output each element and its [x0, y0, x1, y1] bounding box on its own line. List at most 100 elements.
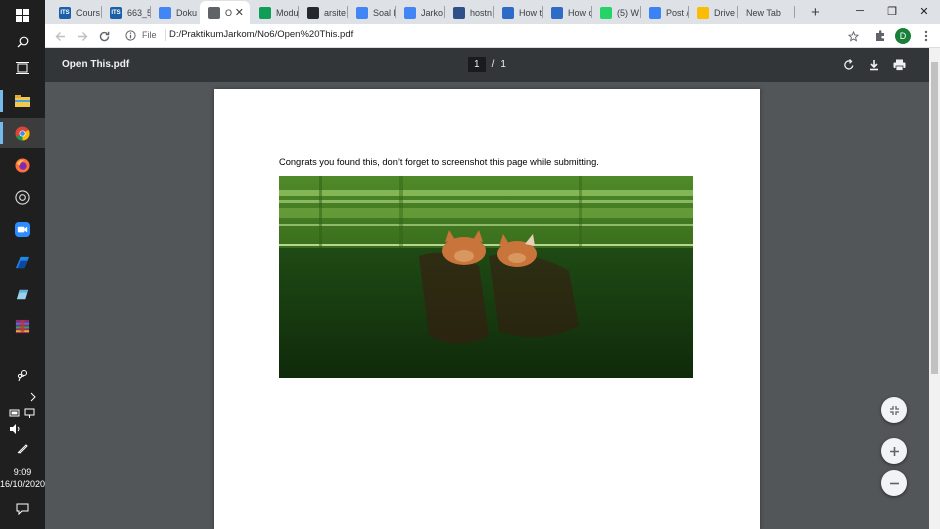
tab-favicon-icon: [259, 6, 271, 19]
tab-label: Post /: [666, 7, 688, 18]
printer-icon: [893, 59, 905, 71]
browser-tab[interactable]: arsite: [299, 1, 347, 24]
tab-label: arsite: [324, 7, 347, 18]
print-button[interactable]: [890, 56, 908, 74]
pdf-scrollbar-thumb[interactable]: [931, 62, 938, 374]
tab-label: New Tab: [746, 7, 781, 18]
star-icon: [847, 30, 859, 42]
tab-label: Soal F: [373, 7, 395, 18]
url-input[interactable]: D:/PraktikumJarkom/No6/Open%20This.pdf: [169, 29, 353, 40]
back-button[interactable]: [51, 27, 69, 45]
tab-favicon-icon: [356, 6, 368, 19]
url-scheme-label: File: [142, 30, 157, 40]
tab-favicon-icon: [600, 6, 612, 19]
tab-favicon-icon: [404, 6, 416, 19]
tab-favicon-icon: [551, 6, 563, 19]
tab-favicon-icon: ITS: [110, 6, 122, 19]
tab-favicon-icon: [649, 6, 661, 19]
pdf-toolbar: Open This.pdf 1 / 1: [45, 48, 929, 82]
fit-to-page-button[interactable]: [881, 397, 907, 423]
notes-icon[interactable]: [0, 279, 45, 309]
plus-icon: [889, 446, 899, 456]
zoom-in-button[interactable]: [881, 438, 907, 464]
browser-tab[interactable]: Doku: [151, 1, 199, 24]
forward-button[interactable]: [73, 27, 91, 45]
clock-date: 16/10/2020: [0, 479, 46, 489]
restore-button[interactable]: ❐: [877, 0, 907, 22]
pdf-document-title: Open This.pdf: [62, 59, 130, 70]
tab-label: Modu: [276, 7, 298, 18]
system-clock[interactable]: 9:09 16/10/2020: [0, 466, 45, 490]
browser-tab-strip: ITSCoursITS663_5DokuO✕ModuarsiteSoal FJa…: [45, 0, 940, 24]
pdf-scrollbar[interactable]: [929, 48, 940, 529]
browser-tab[interactable]: (5) W: [592, 1, 640, 24]
tab-label: Jarko: [421, 7, 444, 18]
browser-tab[interactable]: ITS 663_5: [102, 1, 150, 24]
fit-page-icon: [889, 405, 899, 415]
puzzle-icon: [876, 30, 884, 41]
reload-icon: [99, 31, 109, 41]
extensions-button[interactable]: [871, 27, 889, 45]
page-indicator: 1 / 1: [468, 57, 506, 72]
browser-tab[interactable]: hostn: [445, 1, 493, 24]
winrar-icon[interactable]: [0, 311, 45, 341]
pen-ink-icon[interactable]: [0, 433, 45, 463]
more-vertical-icon: [924, 30, 928, 42]
rotate-icon: [844, 59, 854, 70]
browser-tab[interactable]: How t: [494, 1, 542, 24]
file-explorer-icon[interactable]: [0, 86, 45, 116]
rotate-button[interactable]: [840, 56, 858, 74]
tab-separator: [794, 6, 795, 18]
tab-favicon-icon: [208, 6, 220, 19]
browser-toolbar: File D:/PraktikumJarkom/No6/Open%20This.…: [45, 24, 940, 48]
action-center-icon[interactable]: [0, 494, 45, 524]
arrow-left-icon: [55, 31, 65, 41]
new-tab-button[interactable]: +: [803, 1, 820, 24]
clock-time: 9:09: [13, 467, 32, 477]
page-total: 1: [500, 59, 506, 70]
chrome-menu-button[interactable]: [917, 27, 935, 45]
browser-tab[interactable]: O ✕: [200, 1, 250, 24]
browser-tab[interactable]: Jarko: [396, 1, 444, 24]
minus-icon: [889, 482, 899, 484]
tab-label: How c: [568, 7, 591, 18]
tab-label: (5) W: [617, 7, 639, 18]
tab-label: Drive: [714, 7, 736, 18]
reload-button[interactable]: [95, 27, 113, 45]
tab-favicon-icon: ITS: [59, 6, 71, 19]
minimize-button[interactable]: ─: [845, 0, 875, 22]
browser-tab[interactable]: New Tab: [738, 1, 794, 24]
browser-tab[interactable]: Post /: [641, 1, 688, 24]
profile-avatar[interactable]: D: [895, 28, 911, 44]
tab-label: hostn: [470, 7, 493, 18]
pdf-body-text: Congrats you found this, don’t forget to…: [279, 157, 599, 167]
firefox-icon[interactable]: [0, 150, 45, 180]
browser-tab[interactable]: ITS Cours: [51, 1, 101, 24]
tab-label: O: [225, 7, 233, 18]
tab-close-icon[interactable]: ✕: [235, 6, 244, 19]
close-window-button[interactable]: ✕: [909, 0, 939, 22]
browser-tab[interactable]: Soal F: [348, 1, 395, 24]
url-divider: [164, 29, 166, 41]
tab-favicon-icon: [159, 6, 171, 19]
task-view-icon[interactable]: [0, 53, 45, 83]
site-info-button[interactable]: File: [125, 29, 166, 41]
browser-tab[interactable]: How c: [543, 1, 591, 24]
page-number-input[interactable]: 1: [468, 57, 486, 72]
download-button[interactable]: [865, 56, 883, 74]
edge-icon[interactable]: [0, 247, 45, 277]
tab-label: Cours: [76, 7, 101, 18]
browser-tab[interactable]: Drive: [689, 1, 737, 24]
tab-favicon-icon: [502, 6, 514, 19]
camera-icon[interactable]: [0, 182, 45, 212]
bookmark-star-button[interactable]: [844, 27, 862, 45]
download-icon: [870, 60, 878, 71]
zoom-out-button[interactable]: [881, 470, 907, 496]
windows-taskbar: 9:09 16/10/2020: [0, 0, 45, 529]
tab-label: How t: [519, 7, 542, 18]
windows-start-icon[interactable]: [0, 0, 45, 30]
tab-favicon-icon: [307, 6, 319, 19]
browser-tab[interactable]: Modu: [251, 1, 298, 24]
zoom-icon[interactable]: [0, 214, 45, 244]
chrome-icon[interactable]: [0, 118, 45, 148]
